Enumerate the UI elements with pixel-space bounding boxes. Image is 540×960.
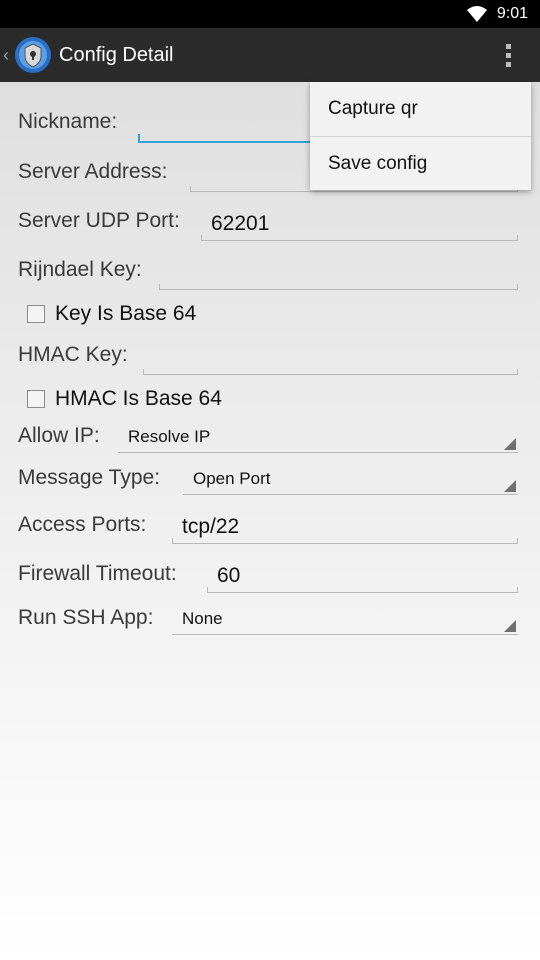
firewall-timeout-label: Firewall Timeout: [18, 562, 177, 585]
hmac-key-field[interactable] [143, 345, 518, 375]
menu-item-save-config[interactable]: Save config [310, 136, 531, 190]
run-ssh-app-spinner[interactable]: None [172, 605, 518, 635]
nickname-label: Nickname: [18, 110, 118, 133]
message-type-spinner[interactable]: Open Port [183, 465, 518, 495]
overflow-menu-icon[interactable] [490, 38, 526, 72]
menu-item-capture-qr[interactable]: Capture qr [310, 82, 531, 136]
hmac-is-base64-checkbox-row[interactable]: HMAC Is Base 64 [27, 387, 222, 411]
server-address-label: Server Address: [18, 160, 168, 183]
server-udp-port-field[interactable]: 62201 [201, 211, 518, 241]
app-logo-icon[interactable] [13, 35, 53, 75]
wifi-icon [466, 6, 487, 22]
message-type-value: Open Port [193, 469, 271, 488]
dropdown-triangle-icon [504, 438, 516, 450]
access-ports-label: Access Ports: [18, 513, 147, 536]
overflow-popup-menu: Capture qr Save config [310, 82, 531, 190]
server-udp-port-label: Server UDP Port: [18, 209, 180, 232]
access-ports-field[interactable]: tcp/22 [172, 514, 518, 544]
allow-ip-spinner[interactable]: Resolve IP [118, 423, 518, 453]
allow-ip-label: Allow IP: [18, 424, 100, 447]
page-title: Config Detail [59, 43, 174, 66]
dropdown-triangle-icon [504, 620, 516, 632]
status-time: 9:01 [496, 5, 528, 22]
status-bar: 9:01 [0, 0, 540, 28]
key-is-base64-checkbox-row[interactable]: Key Is Base 64 [27, 302, 196, 326]
rijndael-key-field[interactable] [159, 260, 518, 290]
run-ssh-app-value: None [182, 609, 223, 628]
firewall-timeout-field[interactable]: 60 [207, 563, 518, 593]
key-is-base64-label: Key Is Base 64 [55, 302, 197, 325]
hmac-key-label: HMAC Key: [18, 343, 128, 366]
key-is-base64-checkbox[interactable] [27, 305, 45, 323]
hmac-is-base64-label: HMAC Is Base 64 [55, 387, 222, 410]
run-ssh-app-label: Run SSH App: [18, 606, 154, 629]
hmac-is-base64-checkbox[interactable] [27, 390, 45, 408]
rijndael-key-label: Rijndael Key: [18, 258, 142, 281]
message-type-label: Message Type: [18, 466, 161, 489]
action-bar: ‹ Config Detail [0, 28, 540, 82]
dropdown-triangle-icon [504, 480, 516, 492]
allow-ip-value: Resolve IP [128, 427, 211, 446]
back-caret-icon[interactable]: ‹ [3, 45, 13, 66]
